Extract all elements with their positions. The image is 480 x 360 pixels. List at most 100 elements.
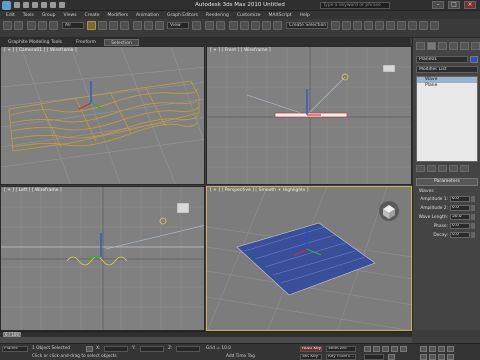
menu-tools[interactable]: Tools: [23, 13, 34, 18]
utilities-tab-icon[interactable]: [471, 42, 480, 50]
tab-selection[interactable]: Selection: [104, 38, 139, 46]
zoom-extents-all-icon[interactable]: [447, 346, 454, 352]
current-frame-input[interactable]: [364, 354, 384, 360]
selection-filter-dropdown[interactable]: All: [62, 22, 84, 29]
snaps-toggle-icon[interactable]: [229, 21, 238, 30]
percent-snap-icon[interactable]: [251, 21, 260, 30]
unlink-icon[interactable]: [38, 21, 47, 30]
move-icon[interactable]: [133, 21, 142, 30]
menu-group[interactable]: Group: [42, 13, 56, 18]
viewport-label[interactable]: [ + ] [ Front ] [ Wireframe ]: [210, 48, 271, 53]
viewport-camera[interactable]: [ + ] [ Camera01 ] [ Wireframe ]: [0, 46, 205, 185]
spinner-arrows-icon[interactable]: [471, 214, 475, 220]
go-to-start-icon[interactable]: [364, 346, 371, 352]
material-editor-icon[interactable]: [397, 21, 406, 30]
modify-tab-icon[interactable]: [427, 42, 436, 50]
rotate-icon[interactable]: [144, 21, 153, 30]
select-object-icon[interactable]: [87, 21, 96, 30]
close-button[interactable]: ×: [464, 1, 476, 9]
minimize-button[interactable]: –: [432, 1, 444, 9]
spinner-snap-icon[interactable]: [262, 21, 271, 30]
project-folder-icon[interactable]: [59, 2, 65, 8]
menu-edit[interactable]: Edit: [6, 13, 15, 18]
play-icon[interactable]: [382, 346, 389, 352]
viewport-label[interactable]: [ + ] [ Perspective ] [ Smooth + Highlig…: [210, 188, 308, 193]
set-key-button[interactable]: Set Key: [300, 354, 322, 360]
keyboard-shortcut-override-icon[interactable]: [216, 21, 225, 30]
phase-input[interactable]: 0.0: [450, 223, 470, 229]
undo-button[interactable]: [3, 21, 12, 30]
layer-manager-icon[interactable]: [353, 21, 362, 30]
viewport-label[interactable]: [ + ] [ Camera01 ] [ Wireframe ]: [4, 48, 77, 53]
edit-named-selection-icon[interactable]: [273, 21, 282, 30]
maximize-button[interactable]: □: [448, 1, 460, 9]
viewcube-icon[interactable]: [176, 202, 190, 214]
menu-animation[interactable]: Animation: [136, 13, 159, 18]
save-file-icon[interactable]: [32, 2, 38, 8]
scale-icon[interactable]: [155, 21, 164, 30]
viewcube-icon[interactable]: [382, 64, 396, 73]
orbit-icon[interactable]: [438, 354, 445, 360]
viewport-left[interactable]: [ + ] [ Left ] [ Wireframe ]: [0, 186, 205, 331]
rendered-frame-window-icon[interactable]: [419, 21, 428, 30]
coord-z-input[interactable]: [176, 346, 200, 352]
key-mode-dropdown[interactable]: Selected: [326, 346, 356, 352]
viewport-front[interactable]: [ + ] [ Front ] [ Wireframe ]: [206, 46, 412, 185]
select-link-icon[interactable]: [27, 21, 36, 30]
zoom-icon[interactable]: [420, 346, 427, 352]
select-and-manipulate-icon[interactable]: [205, 21, 214, 30]
app-logo-icon[interactable]: [2, 1, 11, 10]
bind-space-warp-icon[interactable]: [49, 21, 58, 30]
menu-views[interactable]: Views: [64, 13, 77, 18]
menu-rendering[interactable]: Rendering: [206, 13, 229, 18]
viewport-perspective[interactable]: [ + ] [ Perspective ] [ Smooth + Highlig…: [206, 186, 412, 331]
remove-modifier-icon[interactable]: [449, 165, 458, 172]
align-icon[interactable]: [342, 21, 351, 30]
pan-view-icon[interactable]: [429, 354, 436, 360]
maximize-viewport-icon[interactable]: [447, 354, 454, 360]
named-selection-dropdown[interactable]: Create Selection Set: [286, 22, 328, 29]
search-input[interactable]: Type a keyword or phrase: [320, 2, 390, 9]
maxscript-listener-field[interactable]: Planes: [2, 346, 28, 352]
zoom-extents-icon[interactable]: [438, 346, 445, 352]
select-by-name-icon[interactable]: [98, 21, 107, 30]
reference-coordinate-dropdown[interactable]: View: [167, 22, 189, 29]
viewport-label[interactable]: [ + ] [ Left ] [ Wireframe ]: [4, 188, 62, 193]
zoom-all-icon[interactable]: [429, 346, 436, 352]
object-color-swatch[interactable]: [470, 56, 478, 63]
make-unique-icon[interactable]: [438, 165, 447, 172]
amplitude-1-input[interactable]: 6.0: [450, 196, 470, 202]
add-time-tag-button[interactable]: Add Time Tag: [226, 354, 255, 359]
mirror-icon[interactable]: [331, 21, 340, 30]
menu-graph-editors[interactable]: Graph Editors: [167, 13, 198, 18]
parameters-rollout-header[interactable]: Parameters: [416, 178, 478, 186]
previous-frame-icon[interactable]: [373, 346, 380, 352]
render-production-icon[interactable]: [430, 21, 439, 30]
time-configuration-icon[interactable]: [388, 354, 395, 360]
display-tab-icon[interactable]: [460, 42, 469, 50]
new-file-icon[interactable]: [14, 2, 20, 8]
graphite-toggle-icon[interactable]: [364, 21, 373, 30]
spinner-arrows-icon[interactable]: [471, 223, 475, 229]
hierarchy-tab-icon[interactable]: [438, 42, 447, 50]
redo-icon[interactable]: [50, 2, 56, 8]
key-filters-button[interactable]: Key Filters...: [326, 354, 356, 360]
rectangular-selection-icon[interactable]: [109, 21, 118, 30]
menu-customize[interactable]: Customize: [237, 13, 261, 18]
decay-input[interactable]: 0.0: [450, 232, 470, 238]
schematic-view-icon[interactable]: [386, 21, 395, 30]
menu-maxscript[interactable]: MAXScript: [269, 13, 292, 18]
show-end-result-icon[interactable]: [427, 165, 436, 172]
viewcube-icon[interactable]: [379, 201, 399, 221]
render-setup-icon[interactable]: [408, 21, 417, 30]
go-to-end-icon[interactable]: [400, 346, 407, 352]
stack-item-plane[interactable]: Plane: [417, 83, 477, 89]
wave-length-input[interactable]: 50.0: [450, 214, 470, 220]
tab-graphite-modeling-tools[interactable]: Graphite Modeling Tools: [2, 39, 68, 46]
coord-y-input[interactable]: [140, 346, 164, 352]
selection-lock-icon[interactable]: [86, 346, 93, 352]
angle-snap-icon[interactable]: [240, 21, 249, 30]
spinner-arrows-icon[interactable]: [471, 232, 475, 238]
open-file-icon[interactable]: [23, 2, 29, 8]
pin-stack-icon[interactable]: [416, 165, 425, 172]
